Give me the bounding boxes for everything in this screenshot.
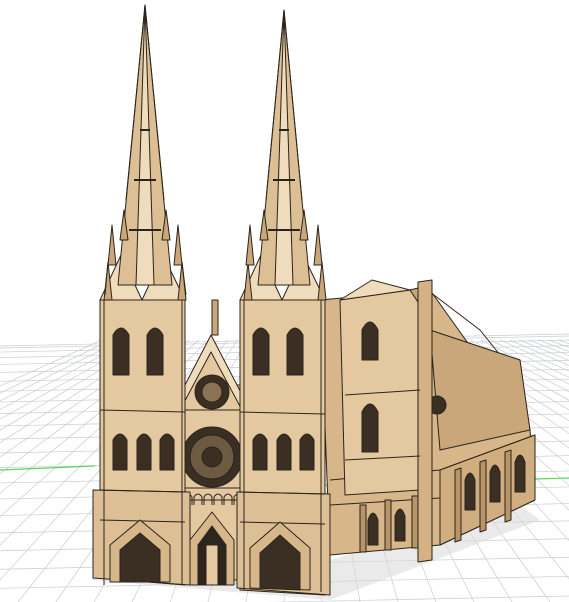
cathedral-model[interactable]: [92, 4, 536, 596]
roof-pinnacle: [211, 299, 219, 336]
3d-viewport[interactable]: [0, 0, 569, 602]
viewport-canvas[interactable]: [0, 0, 569, 602]
left-tower: [92, 4, 191, 586]
right-tower: [236, 9, 331, 596]
